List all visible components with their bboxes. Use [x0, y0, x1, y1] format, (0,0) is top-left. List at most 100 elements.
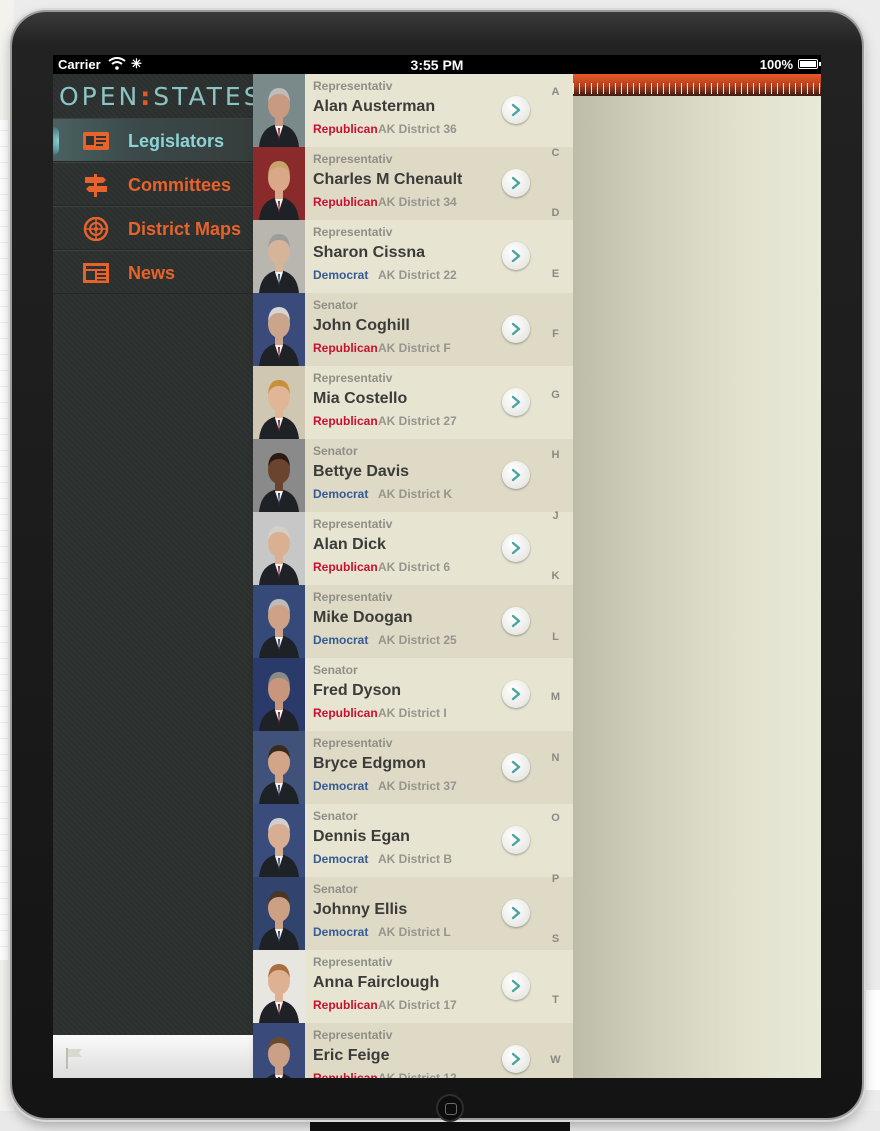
legislator-party: Democrat — [313, 633, 369, 647]
radar-globe-icon — [81, 216, 111, 242]
legislator-row[interactable]: Representativ Charles M Chenault Republica… — [253, 147, 573, 220]
disclosure-button[interactable] — [502, 972, 530, 1000]
legislator-district: AK District L — [378, 925, 451, 939]
index-letter[interactable]: T — [543, 994, 568, 1006]
disclosure-button[interactable] — [502, 315, 530, 343]
chevron-right-icon — [511, 249, 521, 263]
sidebar-item-legislators[interactable]: Legislators — [53, 118, 253, 162]
index-letter[interactable]: H — [543, 449, 568, 461]
disclosure-button[interactable] — [502, 607, 530, 635]
legislator-row[interactable]: Representativ Mia Costello Republican AK Di… — [253, 366, 573, 439]
sidebar-item-label: News — [128, 263, 176, 283]
battery-icon — [798, 59, 821, 69]
legislator-row[interactable]: Senator Johnny Ellis Democrat AK District L — [253, 877, 573, 950]
legislator-district: AK District F — [378, 341, 451, 355]
legislator-row[interactable]: Representativ Anna Fairclough Republican AK… — [253, 950, 573, 1023]
disclosure-button[interactable] — [502, 826, 530, 854]
disclosure-button[interactable] — [502, 96, 530, 124]
legislator-name: Eric Feige — [313, 1047, 390, 1064]
index-letter[interactable]: K — [543, 570, 568, 582]
index-letter[interactable]: L — [543, 631, 568, 643]
legislator-district: AK District 12 — [378, 1071, 457, 1078]
chevron-right-icon — [511, 979, 521, 993]
legislator-chamber: Representativ — [313, 955, 393, 969]
disclosure-button[interactable] — [502, 899, 530, 927]
legislator-row[interactable]: Representativ Sharon Cissna Democrat AK Dis… — [253, 220, 573, 293]
chevron-right-icon — [511, 760, 521, 774]
legislator-name: Anna Fairclough — [313, 974, 440, 991]
legislator-district: AK District 22 — [378, 268, 457, 282]
legislator-photo — [253, 658, 305, 731]
index-letter[interactable]: O — [543, 812, 568, 824]
legislator-row[interactable]: Representativ Bryce Edgmon Democrat AK Dist… — [253, 731, 573, 804]
legislator-name: Bettye Davis — [313, 463, 410, 480]
legislator-photo — [253, 512, 305, 585]
sidebar-item-news[interactable]: News — [53, 250, 253, 294]
disclosure-button[interactable] — [502, 534, 530, 562]
header-ruler-bar — [573, 74, 821, 96]
sidebar-item-label: District Maps — [128, 219, 242, 239]
disclosure-button[interactable] — [502, 242, 530, 270]
index-letter[interactable]: J — [543, 510, 568, 522]
legislator-row[interactable]: Senator John Coghill Republican AK District… — [253, 293, 573, 366]
sidebar-item-label: Legislators — [128, 131, 225, 151]
legislator-party: Republican — [313, 122, 378, 136]
legislator-photo — [253, 366, 305, 439]
legislator-district: AK District K — [378, 487, 453, 501]
legislator-party: Republican — [313, 560, 378, 574]
index-letter[interactable]: G — [543, 389, 568, 401]
index-letter[interactable]: A — [543, 86, 568, 98]
disclosure-button[interactable] — [502, 753, 530, 781]
chevron-right-icon — [511, 395, 521, 409]
flag-icon[interactable] — [65, 1047, 85, 1069]
disclosure-button[interactable] — [502, 680, 530, 708]
legislator-row[interactable]: Representativ Alan Austerman Republican AK … — [253, 74, 573, 147]
legislator-photo — [253, 804, 305, 877]
disclosure-button[interactable] — [502, 388, 530, 416]
legislator-party: Republican — [313, 341, 378, 355]
legislator-row[interactable]: Senator Bettye Davis Democrat AK District K — [253, 439, 573, 512]
legislator-row[interactable]: Representativ Eric Feige Republican AK Dist… — [253, 1023, 573, 1078]
sidebar-item-committees[interactable]: Committees — [53, 162, 253, 206]
disclosure-button[interactable] — [502, 461, 530, 489]
legislator-name: John Coghill — [313, 317, 410, 334]
index-letter[interactable]: P — [543, 873, 568, 885]
logo-text-states: STATES — [153, 82, 263, 111]
index-letter[interactable]: M — [543, 691, 568, 703]
legislator-district: AK District 6 — [378, 560, 451, 574]
index-letter[interactable]: C — [543, 147, 568, 159]
legislator-photo — [253, 147, 305, 220]
legislator-chamber: Representativ — [313, 736, 393, 750]
index-letter[interactable]: N — [543, 752, 568, 764]
chevron-right-icon — [511, 541, 521, 555]
alphabet-index-bar[interactable]: A C D E F G H J K L M N O P S T W — [543, 74, 568, 1078]
index-letter[interactable]: E — [543, 268, 568, 280]
legislator-chamber: Senator — [313, 444, 358, 458]
legislator-name: Dennis Egan — [313, 828, 410, 845]
legislator-district: AK District 34 — [378, 195, 457, 209]
chevron-right-icon — [511, 468, 521, 482]
legislator-party: Republican — [313, 1071, 378, 1078]
disclosure-button[interactable] — [502, 1045, 530, 1073]
index-letter[interactable]: W — [543, 1054, 568, 1066]
legislator-district: AK District 37 — [378, 779, 457, 793]
home-button[interactable] — [436, 1094, 464, 1122]
legislator-row[interactable]: Representativ Mike Doogan Democrat AK Distr… — [253, 585, 573, 658]
open-states-logo: OPEN:STATES — [59, 82, 263, 112]
sidebar-item-district-maps[interactable]: District Maps — [53, 206, 253, 250]
legislators-list[interactable]: Representativ Alan Austerman Republican AK … — [253, 74, 573, 1078]
index-letter[interactable]: D — [543, 207, 568, 219]
index-letter[interactable]: F — [543, 328, 568, 340]
disclosure-button[interactable] — [502, 169, 530, 197]
index-letter[interactable]: S — [543, 933, 568, 945]
legislator-row[interactable]: Senator Fred Dyson Republican AK District I — [253, 658, 573, 731]
legislator-row[interactable]: Senator Dennis Egan Democrat AK District B — [253, 804, 573, 877]
legislator-row[interactable]: Representativ Alan Dick Republican AK Distr… — [253, 512, 573, 585]
legislator-chamber: Senator — [313, 663, 358, 677]
legislator-photo — [253, 585, 305, 658]
legislator-name: Charles M Chenault — [313, 171, 463, 188]
legislator-district: AK District B — [378, 852, 453, 866]
legislator-party: Republican — [313, 706, 378, 720]
logo-colon: : — [140, 82, 154, 111]
logo-text-open: OPEN — [59, 82, 141, 111]
